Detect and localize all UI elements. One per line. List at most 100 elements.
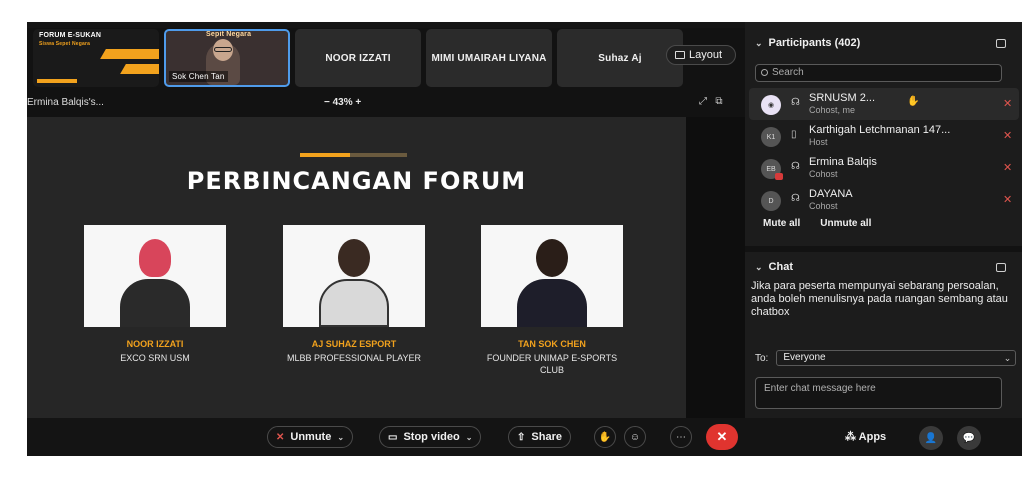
stop-video-button[interactable]: ▭ Stop video ⌄ <box>379 426 482 448</box>
video-off-badge <box>775 173 783 180</box>
participants-header[interactable]: ⌄ Participants (402) <box>755 34 860 52</box>
speaker-card: AJ SUHAZ ESPORT MLBB PROFESSIONAL PLAYER <box>283 225 425 364</box>
headset-icon: ☊ <box>791 161 800 172</box>
video-banner: Sepit Negara <box>206 31 252 38</box>
search-placeholder: Search <box>772 67 804 78</box>
title-accent-bar <box>300 153 350 157</box>
participant-role: Host <box>809 137 828 147</box>
reactions-button[interactable]: ☺ <box>624 426 646 448</box>
forum-poster-title: FORUM E-SUKAN Siswa Sepet Negara <box>39 32 102 47</box>
end-meeting-button[interactable]: ✕ <box>706 424 738 450</box>
speaker-figure <box>120 279 190 327</box>
speaker-role: MLBB PROFESSIONAL PLAYER <box>286 353 422 363</box>
speaker-name: TAN SOK CHEN <box>518 339 586 349</box>
chevron-down-icon[interactable]: ⌄ <box>466 433 473 442</box>
popout-icon[interactable] <box>996 39 1006 48</box>
phone-icon: ▯ <box>791 129 797 140</box>
participant-name: Ermina Balqis <box>809 156 877 168</box>
chat-title: Chat <box>768 261 793 273</box>
search-icon <box>761 69 768 76</box>
meeting-controls: ✕ Unmute ⌄ ▭ Stop video ⌄ ⇧ Share ✋ ☺ ⋯ … <box>27 418 1022 456</box>
mute-all-button[interactable]: Mute all <box>763 218 800 229</box>
chevron-down-icon[interactable]: ⌄ <box>337 433 344 442</box>
thumbnail-participant[interactable]: NOOR IZZATI <box>295 29 421 87</box>
chat-message-input[interactable]: Enter chat message here <box>755 377 1002 409</box>
speaker-role: FOUNDER UNIMAP E-SPORTS CLUB <box>486 353 618 375</box>
zoom-control[interactable]: − 43% + <box>324 97 361 108</box>
mic-muted-icon[interactable]: ✕ <box>1003 193 1012 206</box>
chat-recipient-row: To: Everyone ⌄ <box>755 350 1017 366</box>
participant-search-input[interactable]: Search <box>755 64 1002 82</box>
camera-icon: ▭ <box>388 431 398 443</box>
poster-stripe <box>120 64 159 74</box>
participant-name: Karthigah Letchmanan 147... <box>809 124 951 136</box>
thumbnail-name: NOOR IZZATI <box>325 52 391 64</box>
chevron-down-icon: ⌄ <box>1003 353 1012 363</box>
share-button[interactable]: ⇧ Share <box>508 426 571 448</box>
poster-stripe <box>37 79 77 83</box>
participant-row[interactable]: ◉ ☊ SRNUSM 2... Cohost, me ✋ ✕ <box>749 88 1019 120</box>
thumbnail-forum-poster[interactable]: FORUM E-SUKAN Siswa Sepet Negara <box>33 29 159 87</box>
speaker-name: NOOR IZZATI <box>126 339 184 349</box>
mic-muted-icon[interactable]: ✕ <box>1003 161 1012 174</box>
participant-row[interactable]: D ☊ DAYANA Cohost ✕ <box>749 184 1019 216</box>
layout-label: Layout <box>689 49 723 61</box>
speaker-figure <box>517 279 587 327</box>
panel-divider <box>745 246 1022 252</box>
apps-button[interactable]: ⁂ Apps <box>845 430 886 443</box>
participant-name: SRNUSM 2... <box>809 92 876 104</box>
participant-row[interactable]: K1 ▯ Karthigah Letchmanan 147... Host ✕ <box>749 120 1019 152</box>
recipient-select[interactable]: Everyone ⌄ <box>776 350 1017 366</box>
thumbnail-participant[interactable]: Suhaz Aj <box>557 29 683 87</box>
share-info-bar: Ermina Balqis's... − 43% + ⤢ ⧉ <box>27 94 745 112</box>
thumbnail-name: Suhaz Aj <box>598 52 642 64</box>
apps-icon: ⁂ <box>845 431 856 443</box>
mic-muted-icon[interactable]: ✕ <box>1003 97 1012 110</box>
speaker-role: EXCO SRN USM <box>120 353 190 363</box>
unmute-button[interactable]: ✕ Unmute ⌄ <box>267 426 354 448</box>
mute-controls: Mute all Unmute all <box>763 218 871 229</box>
speaker-figure <box>319 279 389 327</box>
more-options-button[interactable]: ⋯ <box>670 426 692 448</box>
avatar: ◉ <box>761 95 781 115</box>
speaker-card: TAN SOK CHEN FOUNDER UNIMAP E-SPORTS CLU… <box>481 225 623 376</box>
mic-muted-icon[interactable]: ✕ <box>1003 129 1012 142</box>
stage-gutter <box>686 117 745 418</box>
shared-slide: PERBINCANGAN FORUM NOOR IZZATI EXCO SRN … <box>27 117 686 418</box>
chevron-down-icon: ⌄ <box>755 37 763 48</box>
speaker-figure <box>536 239 568 277</box>
avatar: EB <box>761 159 783 180</box>
mic-muted-icon: ✕ <box>276 431 285 443</box>
participant-role: Cohost, me <box>809 105 856 115</box>
participants-panel-button[interactable]: 👤 <box>919 426 943 450</box>
participant-list: ◉ ☊ SRNUSM 2... Cohost, me ✋ ✕ K1 ▯ Kart… <box>749 88 1019 216</box>
participant-glasses <box>214 47 232 52</box>
annotate-icon[interactable]: ⤢ ⧉ <box>699 96 722 107</box>
chevron-down-icon: ⌄ <box>755 261 763 272</box>
slide-title: PERBINCANGAN FORUM <box>186 167 527 195</box>
participant-role: Cohost <box>809 201 838 211</box>
unmute-all-button[interactable]: Unmute all <box>820 218 871 229</box>
video-thumbnails: FORUM E-SUKAN Siswa Sepet Negara Sepit N… <box>33 29 738 87</box>
chat-panel-button[interactable]: 💬 <box>957 426 981 450</box>
speaker-photo <box>84 225 226 327</box>
speaker-photo <box>481 225 623 327</box>
raise-hand-button[interactable]: ✋ <box>594 426 616 448</box>
layout-button[interactable]: Layout <box>666 45 736 65</box>
hand-icon[interactable]: ✋ <box>907 96 919 107</box>
speaker-name: AJ SUHAZ ESPORT <box>311 339 397 349</box>
participants-title: Participants (402) <box>768 37 861 49</box>
chat-message: Jika para peserta mempunyai sebarang per… <box>751 280 1008 318</box>
popout-icon[interactable] <box>996 263 1006 272</box>
chat-header[interactable]: ⌄ Chat <box>755 258 793 276</box>
thumbnail-participant[interactable]: MIMI UMAIRAH LIYANA <box>426 29 552 87</box>
thumbnail-name: MIMI UMAIRAH LIYANA <box>431 52 547 64</box>
speaker-card: NOOR IZZATI EXCO SRN USM <box>84 225 226 364</box>
thumbnail-video-active[interactable]: Sepit Negara Sok Chen Tan <box>164 29 290 87</box>
avatar: D <box>761 191 781 211</box>
video-name-label: Sok Chen Tan <box>169 71 228 82</box>
headset-icon: ☊ <box>791 97 800 108</box>
participant-row[interactable]: EB ☊ Ermina Balqis Cohost ✕ <box>749 152 1019 184</box>
layout-icon <box>675 51 685 59</box>
participant-role: Cohost <box>809 169 838 179</box>
